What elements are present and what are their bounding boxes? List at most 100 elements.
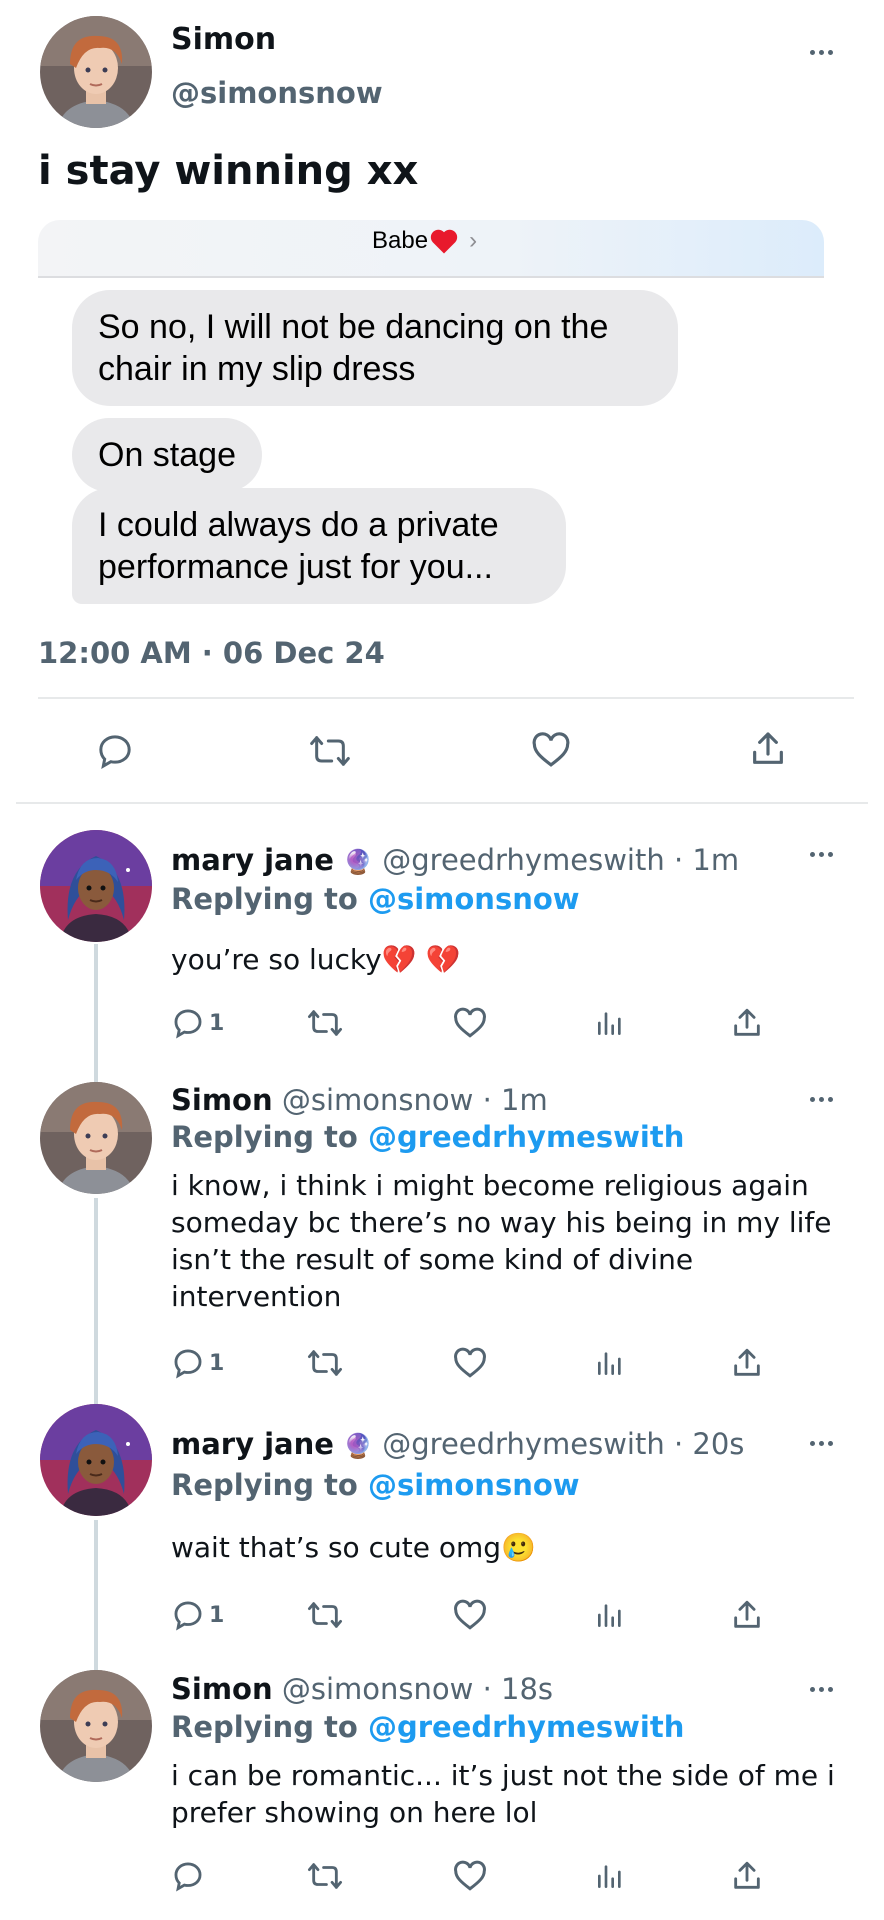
author-handle[interactable]: @simonsnow <box>171 76 383 110</box>
reply-button[interactable] <box>95 731 135 771</box>
author-name[interactable]: Simon <box>171 1083 273 1117</box>
views-button[interactable] <box>594 1346 626 1380</box>
reply-time[interactable]: · 1m <box>674 843 739 877</box>
reply-icon <box>99 735 131 769</box>
retweet-icon <box>307 1602 342 1628</box>
like-icon <box>454 1599 486 1630</box>
share-icon <box>753 732 783 764</box>
share-icon <box>734 1008 760 1036</box>
author-name[interactable]: mary jane <box>171 843 334 877</box>
reply-icon <box>174 1009 202 1039</box>
retweet-icon <box>307 1863 342 1889</box>
replying-label: Replying to <box>171 882 358 916</box>
share-button[interactable] <box>748 728 788 770</box>
author-name[interactable]: mary jane <box>171 1427 334 1461</box>
tweet-text: i stay winning xx <box>38 148 419 194</box>
thread-line <box>94 1520 98 1670</box>
reply-button[interactable]: 1 <box>171 1598 224 1632</box>
avatar-mary-jane[interactable] <box>40 1404 152 1516</box>
divider <box>38 697 854 699</box>
reply-button[interactable]: 1 <box>171 1006 224 1040</box>
views-button[interactable] <box>594 1598 626 1632</box>
replying-label: Replying to <box>171 1120 358 1154</box>
like-button[interactable] <box>452 1597 488 1633</box>
like-icon <box>532 732 570 767</box>
share-icon <box>734 1600 760 1628</box>
like-button[interactable] <box>452 1345 488 1381</box>
reply-count: 1 <box>209 1602 225 1628</box>
replying-label: Replying to <box>171 1710 358 1744</box>
like-icon <box>454 1347 486 1378</box>
like-button[interactable] <box>452 1858 488 1894</box>
replying-to-handle[interactable]: @greedrhymeswith <box>368 1120 684 1154</box>
views-icon <box>598 1012 621 1035</box>
reply-icon <box>174 1862 202 1892</box>
replying-to: Replying to @greedrhymeswith <box>171 1710 684 1744</box>
views-icon <box>598 1604 621 1627</box>
reply-header: mary jane 🔮 @greedrhymeswith · 1m <box>171 843 739 877</box>
like-icon <box>454 1860 486 1891</box>
retweet-button[interactable] <box>306 1006 344 1040</box>
reply-header: Simon @simonsnow · 18s <box>171 1672 553 1706</box>
reply-button[interactable] <box>171 1859 209 1893</box>
views-icon <box>598 1865 621 1888</box>
thread-line <box>94 944 98 1092</box>
crystal-ball-icon: 🔮 <box>343 1432 374 1460</box>
tweet-timestamp: 12:00 AM · 06 Dec 24 <box>38 636 385 670</box>
reply-time[interactable]: · 1m <box>483 1083 548 1117</box>
like-button[interactable] <box>452 1005 488 1041</box>
replying-label: Replying to <box>171 1468 358 1502</box>
share-button[interactable] <box>730 1858 764 1894</box>
crystal-ball-icon: 🔮 <box>343 848 374 876</box>
more-icon[interactable] <box>810 50 833 55</box>
message-bubble: I could always do a private performance … <box>72 488 566 604</box>
reply-count: 1 <box>209 1350 225 1376</box>
avatar-simon[interactable] <box>40 1670 152 1782</box>
retweet-button[interactable] <box>308 731 352 771</box>
share-button[interactable] <box>730 1345 764 1381</box>
contact-name-row: Babe › <box>372 227 477 255</box>
reply-count: 1 <box>209 1010 225 1036</box>
heart-icon <box>430 229 458 254</box>
retweet-button[interactable] <box>306 1859 344 1893</box>
retweet-button[interactable] <box>306 1346 344 1380</box>
more-icon[interactable] <box>810 1441 833 1446</box>
reply-time[interactable]: · 18s <box>483 1672 553 1706</box>
author-handle[interactable]: @simonsnow <box>282 1672 474 1706</box>
views-icon <box>598 1352 621 1375</box>
reply-text: you’re so lucky💔 💔 <box>171 943 461 976</box>
share-button[interactable] <box>730 1597 764 1633</box>
more-icon[interactable] <box>810 1687 833 1692</box>
author-name[interactable]: Simon <box>171 22 276 57</box>
avatar-simon[interactable] <box>40 16 152 128</box>
reply-time[interactable]: · 20s <box>674 1427 744 1461</box>
author-handle[interactable]: @simonsnow <box>282 1083 474 1117</box>
retweet-button[interactable] <box>306 1598 344 1632</box>
reply-text: wait that’s so cute omg🥲 <box>171 1531 536 1564</box>
like-button[interactable] <box>530 729 572 771</box>
replying-to: Replying to @simonsnow <box>171 1468 580 1502</box>
replying-to-handle[interactable]: @greedrhymeswith <box>368 1710 684 1744</box>
share-icon <box>734 1348 760 1376</box>
avatar-simon[interactable] <box>40 1082 152 1194</box>
replying-to: Replying to @greedrhymeswith <box>171 1120 684 1154</box>
avatar-mary-jane[interactable] <box>40 830 152 942</box>
views-button[interactable] <box>594 1006 626 1040</box>
contact-name: Babe <box>372 227 429 254</box>
more-icon[interactable] <box>810 1097 833 1102</box>
views-button[interactable] <box>594 1859 626 1893</box>
message-bubble: So no, I will not be dancing on the chai… <box>72 290 678 406</box>
replying-to-handle[interactable]: @simonsnow <box>368 1468 580 1502</box>
author-handle[interactable]: @greedrhymeswith <box>382 843 664 877</box>
message-bubble: On stage <box>72 418 262 492</box>
more-icon[interactable] <box>810 852 833 857</box>
retweet-icon <box>307 1010 342 1036</box>
share-icon <box>734 1861 760 1889</box>
author-name[interactable]: Simon <box>171 1672 273 1706</box>
author-handle[interactable]: @greedrhymeswith <box>382 1427 664 1461</box>
chevron-right-icon: › <box>469 227 478 254</box>
share-button[interactable] <box>730 1005 764 1041</box>
replying-to-handle[interactable]: @simonsnow <box>368 882 580 916</box>
replying-to: Replying to @simonsnow <box>171 882 580 916</box>
reply-button[interactable]: 1 <box>171 1346 224 1380</box>
